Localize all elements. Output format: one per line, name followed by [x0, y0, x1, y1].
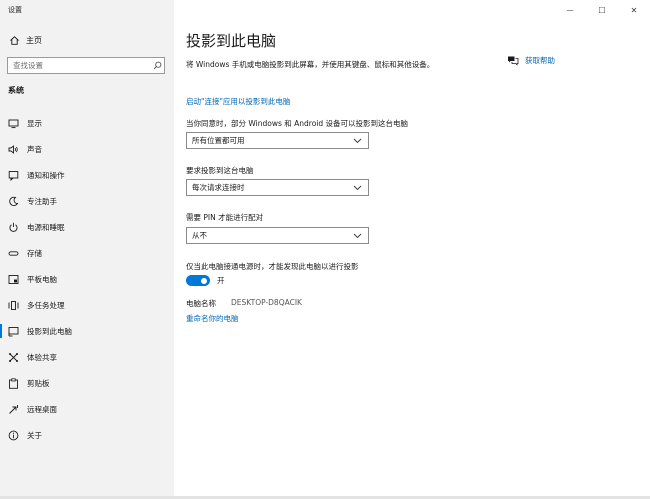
sidebar-item-label: 远程桌面 [27, 404, 57, 414]
minimize-button[interactable]: — [554, 0, 586, 20]
sidebar-item-display[interactable]: 显示 [0, 110, 174, 136]
pin-pairing-label: 需要 PIN 才能进行配对 [186, 213, 264, 222]
sidebar-item-storage[interactable]: 存储 [0, 240, 174, 266]
home-button[interactable]: 主页 [0, 30, 174, 50]
pin-pairing-dropdown[interactable]: 从不 [186, 227, 369, 244]
sidebar-item-sound[interactable]: 声音 [0, 136, 174, 162]
shared-experiences-icon [8, 352, 19, 363]
section-label-system: 系统 [8, 86, 24, 95]
pin-pairing-value: 从不 [192, 231, 207, 240]
search-input[interactable] [8, 58, 150, 73]
pc-name-row: 电脑名称 DESKTOP-D8QACIK [186, 298, 302, 309]
search-icon[interactable] [150, 58, 164, 73]
home-label: 主页 [26, 35, 42, 45]
sidebar-item-remote-desktop[interactable]: 远程桌面 [0, 396, 174, 422]
remote-desktop-icon [8, 404, 19, 415]
home-icon [9, 35, 20, 46]
maximize-icon: ☐ [598, 5, 606, 15]
availability-label: 当你同意时，部分 Windows 和 Android 设备可以投影到这台电脑 [186, 119, 409, 128]
sidebar-item-focus-assist[interactable]: 专注助手 [0, 188, 174, 214]
sidebar-nav: 显示 声音 通知和操作 专注助手 电源和睡眠 存储 平板电脑 多任务处理 投影到… [0, 110, 174, 448]
tablet-icon [8, 274, 19, 285]
sidebar-item-label: 专注助手 [27, 196, 57, 206]
notifications-icon [8, 170, 19, 181]
close-button[interactable]: ✕ [618, 0, 650, 20]
pc-name-label: 电脑名称 [186, 299, 216, 308]
pc-name-value: DESKTOP-D8QACIK [231, 298, 302, 307]
get-help-label: 获取帮助 [525, 56, 555, 65]
availability-value: 所有位置都可用 [192, 136, 245, 145]
availability-dropdown[interactable]: 所有位置都可用 [186, 132, 369, 149]
sidebar-item-shared-experiences[interactable]: 体验共享 [0, 344, 174, 370]
toggle-state-label: 开 [217, 276, 225, 285]
clipboard-icon [8, 377, 19, 389]
help-chat-icon [507, 55, 519, 66]
sidebar-item-power[interactable]: 电源和睡眠 [0, 214, 174, 240]
sidebar-item-label: 平板电脑 [27, 274, 57, 284]
close-icon: ✕ [630, 5, 638, 15]
sidebar-item-label: 显示 [27, 118, 42, 128]
chevron-down-icon [353, 233, 362, 239]
sound-icon [8, 144, 19, 155]
main-content: — ☐ ✕ 投影到此电脑 将 Windows 手机或电脑投影到此屏幕，并使用其键… [174, 0, 650, 499]
sidebar-item-label: 声音 [27, 144, 42, 154]
sidebar-item-label: 剪贴板 [27, 378, 50, 388]
sidebar: 设置 主页 系统 显示 声音 通知和操作 [0, 0, 174, 499]
sidebar-item-notifications[interactable]: 通知和操作 [0, 162, 174, 188]
sidebar-item-label: 关于 [27, 430, 42, 440]
plugged-in-toggle[interactable] [186, 275, 210, 286]
display-icon [8, 118, 19, 129]
chevron-down-icon [353, 185, 362, 191]
plugged-in-toggle-row: 开 [186, 275, 225, 286]
sidebar-item-project-to-this-pc[interactable]: 投影到此电脑 [0, 318, 174, 344]
sidebar-item-label: 投影到此电脑 [27, 326, 72, 336]
maximize-button[interactable]: ☐ [586, 0, 618, 20]
search-box[interactable] [7, 57, 165, 74]
sidebar-item-tablet[interactable]: 平板电脑 [0, 266, 174, 292]
launch-connect-app-link[interactable]: 启动"连接"应用以投影到此电脑 [186, 96, 290, 107]
sidebar-item-about[interactable]: 关于 [0, 422, 174, 448]
toggle-knob [201, 277, 207, 284]
window-controls: — ☐ ✕ [554, 0, 650, 20]
sidebar-item-label: 体验共享 [27, 352, 57, 362]
sidebar-item-label: 通知和操作 [27, 170, 65, 180]
plugged-in-label: 仅当此电脑接通电源时，才能发现此电脑以进行投影 [186, 262, 359, 271]
rename-pc-link[interactable]: 重命名你的电脑 [186, 313, 239, 324]
sidebar-item-label: 电源和睡眠 [27, 222, 65, 232]
multitasking-icon [8, 300, 19, 311]
chevron-down-icon [353, 138, 362, 144]
ask-to-project-dropdown[interactable]: 每次请求连接时 [186, 179, 369, 196]
ask-to-project-label: 要求投影到这台电脑 [186, 166, 254, 175]
about-icon [8, 430, 19, 441]
sidebar-item-clipboard[interactable]: 剪贴板 [0, 370, 174, 396]
sidebar-item-label: 存储 [27, 248, 42, 258]
power-icon [8, 222, 19, 233]
sidebar-item-label: 多任务处理 [27, 300, 65, 310]
page-title: 投影到此电脑 [186, 32, 277, 50]
app-title: 设置 [8, 6, 22, 14]
sidebar-item-multitasking[interactable]: 多任务处理 [0, 292, 174, 318]
minimize-icon: — [566, 6, 574, 14]
project-icon [8, 326, 19, 337]
get-help-link[interactable]: 获取帮助 [507, 55, 555, 66]
page-description: 将 Windows 手机或电脑投影到此屏幕，并使用其键盘、鼠标和其他设备。 [186, 60, 435, 69]
ask-to-project-value: 每次请求连接时 [192, 183, 245, 192]
storage-icon [8, 248, 19, 259]
focus-assist-icon [8, 196, 19, 207]
